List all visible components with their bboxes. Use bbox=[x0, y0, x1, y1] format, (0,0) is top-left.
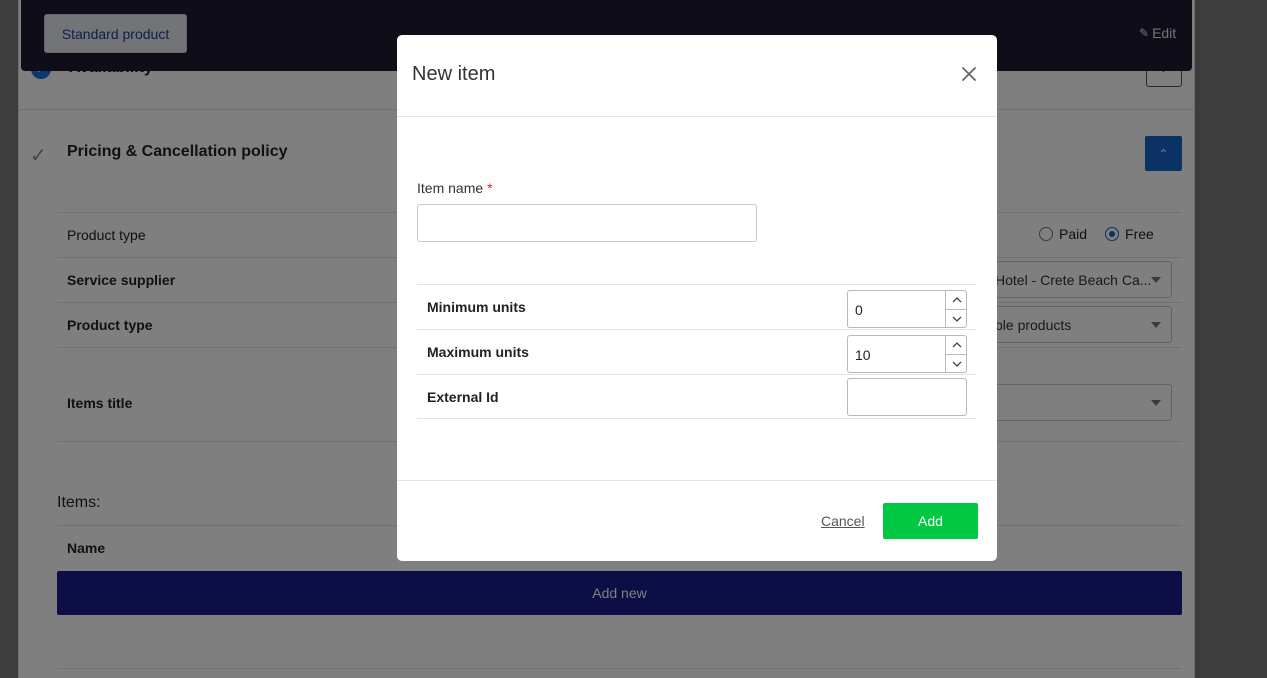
table-row: External Id bbox=[417, 374, 976, 419]
modal-title: New item bbox=[412, 63, 496, 85]
add-button[interactable]: Add bbox=[883, 503, 978, 539]
decrement-button[interactable] bbox=[946, 309, 966, 327]
decrement-button[interactable] bbox=[946, 354, 966, 372]
chevron-down-icon bbox=[952, 316, 961, 322]
item-name-input[interactable] bbox=[417, 204, 757, 242]
maximum-units-stepper[interactable]: 10 bbox=[847, 335, 967, 373]
minimum-units-stepper[interactable]: 0 bbox=[847, 290, 967, 328]
maximum-units-spinner bbox=[945, 336, 966, 372]
add-button-label: Add bbox=[918, 513, 943, 529]
table-row: Minimum units 0 bbox=[417, 284, 976, 329]
item-name-label-text: Item name bbox=[417, 180, 484, 196]
maximum-units-value: 10 bbox=[855, 347, 871, 363]
minimum-units-label: Minimum units bbox=[427, 299, 526, 315]
external-id-input[interactable] bbox=[847, 378, 967, 416]
table-row: Maximum units 10 bbox=[417, 329, 976, 374]
item-name-label: Item name * bbox=[417, 180, 493, 196]
chevron-up-icon bbox=[952, 342, 961, 348]
required-asterisk: * bbox=[487, 180, 493, 196]
minimum-units-spinner bbox=[945, 291, 966, 327]
cancel-link[interactable]: Cancel bbox=[821, 513, 865, 529]
external-id-label: External Id bbox=[427, 389, 499, 405]
maximum-units-label: Maximum units bbox=[427, 344, 529, 360]
increment-button[interactable] bbox=[946, 291, 966, 309]
close-button[interactable] bbox=[958, 63, 980, 85]
new-item-modal: New item Item name * Minimum units 0 Max… bbox=[397, 35, 997, 561]
chevron-up-icon bbox=[952, 297, 961, 303]
close-icon bbox=[962, 67, 976, 81]
units-form-table: Minimum units 0 Maximum units 10 Externa… bbox=[417, 284, 976, 419]
chevron-down-icon bbox=[952, 361, 961, 367]
increment-button[interactable] bbox=[946, 336, 966, 354]
modal-header: New item bbox=[397, 35, 997, 117]
minimum-units-value: 0 bbox=[855, 302, 863, 318]
modal-footer: Cancel Add bbox=[397, 480, 997, 561]
